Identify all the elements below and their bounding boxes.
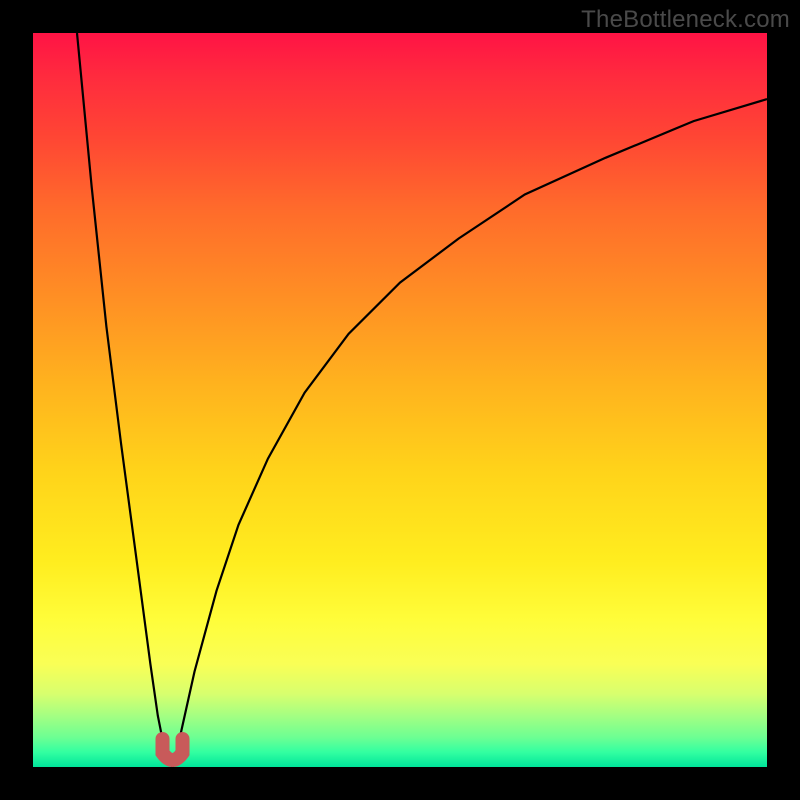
curve-left-branch (77, 33, 173, 767)
chart-frame: TheBottleneck.com (0, 0, 800, 800)
curve-right-branch (173, 99, 768, 767)
curve-layer (33, 33, 767, 767)
minimum-marker (163, 739, 183, 760)
watermark-text: TheBottleneck.com (581, 6, 790, 34)
plot-area (33, 33, 767, 767)
